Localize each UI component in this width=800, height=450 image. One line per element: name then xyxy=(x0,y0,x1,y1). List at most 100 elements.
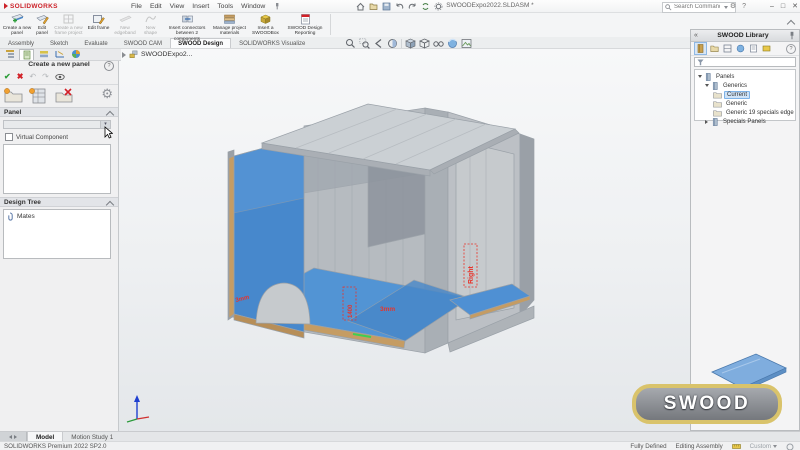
tab-evaluate[interactable]: Evaluate xyxy=(76,38,115,48)
create-new-frame-project-button[interactable]: Create a new frame project xyxy=(52,12,85,37)
display-style-icon[interactable] xyxy=(419,38,430,49)
configurationmanager-tab[interactable] xyxy=(37,49,50,59)
design-library-tab-icon[interactable] xyxy=(694,42,707,55)
preview-eye-icon[interactable] xyxy=(55,73,65,81)
units-selector[interactable]: Custom xyxy=(750,443,777,450)
tree-node-label: Panels xyxy=(714,74,736,80)
design-tree-section-header[interactable]: Design Tree xyxy=(0,197,118,207)
button-label: Edit frame xyxy=(88,26,110,31)
panel-name-combobox[interactable]: ▾ xyxy=(3,120,111,129)
new-shape-button[interactable]: New shape xyxy=(139,12,162,37)
custom-properties-tab-icon[interactable] xyxy=(748,43,759,54)
swood-design-reporting-button[interactable]: SWOOD Design Reporting xyxy=(284,12,326,37)
scroll-right-icon[interactable] xyxy=(14,435,17,439)
close-button[interactable]: ✕ xyxy=(792,2,798,10)
graphics-viewport[interactable]: 3mm 1400 3mm Right SWOODExpo2... xyxy=(118,48,690,431)
panel-delete-button[interactable] xyxy=(53,87,74,104)
appearances-tab-icon[interactable] xyxy=(735,43,746,54)
cancel-button[interactable]: ✖ xyxy=(17,72,24,81)
undo-icon[interactable]: ↶ xyxy=(29,72,36,81)
dimxpertmanager-tab[interactable] xyxy=(53,49,66,59)
settings-gear-icon[interactable]: ⚙ xyxy=(730,2,736,10)
insert-swoodbox-button[interactable]: Insert a SWOODBox xyxy=(248,12,283,37)
search-caret-icon[interactable] xyxy=(724,6,728,9)
file-explorer-tab-icon[interactable] xyxy=(709,43,720,54)
menu-tools[interactable]: Tools xyxy=(217,3,233,10)
virtual-component-checkbox[interactable] xyxy=(5,133,13,141)
zoom-area-icon[interactable] xyxy=(359,38,370,49)
ok-button[interactable]: ✔ xyxy=(4,72,11,81)
menu-view[interactable]: View xyxy=(170,3,185,10)
edit-appearance-icon[interactable] xyxy=(447,38,458,49)
menu-window[interactable]: Window xyxy=(241,3,265,10)
library-help-icon[interactable]: ? xyxy=(786,44,796,54)
help-icon[interactable]: ? xyxy=(742,3,746,10)
edit-panel-button[interactable]: Edit panel xyxy=(33,12,51,37)
collapse-pane-icon[interactable]: « xyxy=(694,32,698,39)
panel-from-template-button[interactable] xyxy=(28,87,49,104)
tab-swood-cam[interactable]: SWOOD CAM xyxy=(116,38,170,48)
zoom-fit-icon[interactable] xyxy=(345,38,356,49)
tree-node-current[interactable]: Current xyxy=(696,90,794,99)
search-icon xyxy=(665,4,672,11)
pm-help-icon[interactable]: ? xyxy=(104,61,114,71)
manage-project-materials-button[interactable]: Manage project materials xyxy=(212,12,247,37)
menu-pin-icon[interactable] xyxy=(273,2,281,10)
previous-view-icon[interactable] xyxy=(373,38,384,49)
collapsed-arrow-icon[interactable] xyxy=(705,120,708,124)
view-orientation-icon[interactable] xyxy=(405,38,416,49)
new-edgeband-button[interactable]: New edgeband xyxy=(112,12,138,37)
home-icon[interactable] xyxy=(356,2,365,11)
flyout-feature-tree[interactable]: SWOODExpo2... xyxy=(122,50,192,59)
expanded-arrow-icon[interactable] xyxy=(698,75,702,78)
panel-selection-listbox[interactable] xyxy=(3,144,111,194)
save-icon[interactable] xyxy=(382,2,391,11)
expand-arrow-icon[interactable] xyxy=(122,52,126,58)
library-filter-row xyxy=(691,56,799,68)
ribbon-collapse-icon[interactable] xyxy=(788,21,796,27)
command-search[interactable] xyxy=(662,2,736,13)
redo-icon[interactable]: ↷ xyxy=(42,72,49,81)
status-circle-icon[interactable] xyxy=(786,443,794,450)
design-tree-box[interactable]: Mates xyxy=(3,209,111,259)
open-folder-icon[interactable] xyxy=(369,2,378,11)
edit-frame-button[interactable]: Edit frame xyxy=(86,12,111,37)
swood-library-tab-icon[interactable] xyxy=(761,43,772,54)
hide-show-items-icon[interactable] xyxy=(433,38,444,49)
units-icon[interactable] xyxy=(732,443,741,450)
menu-file[interactable]: File xyxy=(131,3,142,10)
displaymanager-tab[interactable] xyxy=(69,49,82,59)
section-view-icon[interactable] xyxy=(387,38,398,49)
search-input[interactable] xyxy=(674,4,720,10)
propertymanager-tab[interactable] xyxy=(19,49,34,60)
tree-node-generics[interactable]: Generics xyxy=(696,81,794,90)
tree-node-panels[interactable]: Panels xyxy=(696,72,794,81)
library-filter-input[interactable] xyxy=(694,57,796,67)
van-3d-model[interactable]: 3mm 1400 3mm Right xyxy=(118,48,690,431)
create-new-panel-button[interactable]: Create a new panel xyxy=(2,12,32,37)
button-label: New shape xyxy=(139,26,162,37)
apply-scene-icon[interactable] xyxy=(461,38,472,49)
restore-button[interactable]: □ xyxy=(781,3,785,10)
view-palette-tab-icon[interactable] xyxy=(722,43,733,54)
combo-dropdown-icon[interactable]: ▾ xyxy=(100,121,110,128)
tree-node-generic-19[interactable]: Generic 19 specials edgebands xyxy=(696,108,794,117)
tab-sketch[interactable]: Sketch xyxy=(42,38,76,48)
minimize-button[interactable]: – xyxy=(770,3,774,10)
tree-node-generic[interactable]: Generic xyxy=(696,99,794,108)
featuremanager-tree-tab[interactable] xyxy=(3,49,16,59)
expanded-arrow-icon[interactable] xyxy=(705,84,709,87)
panel-settings-gear-icon[interactable]: ⚙ xyxy=(101,86,113,102)
panel-section-header[interactable]: Panel xyxy=(0,107,118,117)
menu-edit[interactable]: Edit xyxy=(150,3,162,10)
tree-node-specials-panels[interactable]: Specials Panels xyxy=(696,117,794,126)
tab-solidworks-visualize[interactable]: SOLIDWORKS Visualize xyxy=(231,38,313,48)
pm-action-bar: ✔ ✖ ↶ ↷ xyxy=(4,72,65,81)
tab-assembly[interactable]: Assembly xyxy=(0,38,42,48)
insert-connectors-button[interactable]: Insert connectors between 2 components xyxy=(163,12,211,37)
tree-item-mates[interactable]: Mates xyxy=(6,212,108,221)
menu-insert[interactable]: Insert xyxy=(192,3,209,10)
scroll-left-icon[interactable] xyxy=(9,435,12,439)
panel-from-folder-button[interactable] xyxy=(3,87,24,104)
pin-icon[interactable] xyxy=(788,31,796,40)
